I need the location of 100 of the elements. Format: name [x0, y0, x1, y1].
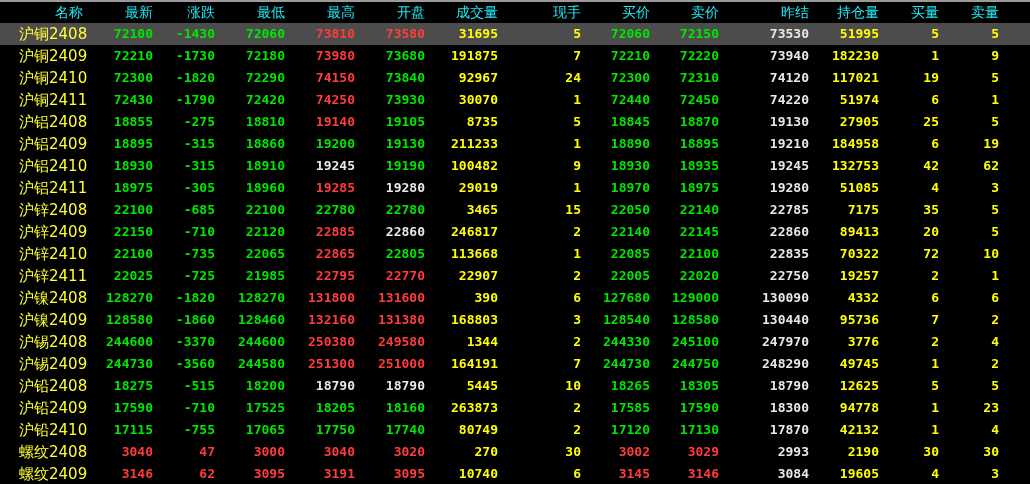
table-cell: 72210 [610, 48, 650, 63]
column-header[interactable]: 涨跌 [187, 4, 215, 20]
selected-row[interactable]: 沪铜2408 72100 -1430 72060 73810 73580 31695 5 72060 72150 73530 51995 5 5 [0, 23, 1030, 45]
table-cell: 17740 [385, 422, 425, 437]
table-cell: 130090 [762, 290, 809, 305]
table-cell: 72 [923, 246, 939, 261]
table-cell: 18930 [610, 158, 650, 173]
table-cell: 18205 [315, 400, 355, 415]
column-header[interactable]: 买价 [622, 4, 650, 20]
table-cell: 1 [931, 400, 939, 415]
column-header[interactable]: 最高 [327, 4, 355, 20]
table-cell: 3146 [121, 466, 153, 481]
table-cell: 72300 [610, 70, 650, 85]
table-cell: 128580 [106, 312, 153, 327]
table-cell: 51974 [839, 92, 879, 107]
column-header[interactable]: 昨结 [781, 4, 809, 20]
table-cell: 72150 [679, 26, 719, 41]
table-cell: 22100 [245, 202, 285, 217]
table-cell: 19245 [769, 158, 809, 173]
contract-name: 沪锌2411 [19, 267, 88, 285]
column-header[interactable]: 卖价 [691, 4, 719, 20]
table-cell: 17130 [679, 422, 719, 437]
table-cell: 18200 [245, 378, 285, 393]
table-cell: 22907 [458, 268, 498, 283]
contract-name: 沪铝2408 [19, 113, 88, 131]
table-cell: 22025 [113, 268, 153, 283]
column-header[interactable]: 现手 [553, 4, 581, 20]
table-cell: 72100 [113, 26, 153, 41]
table-cell: 22865 [315, 246, 355, 261]
table-cell: 2 [573, 224, 581, 239]
table-cell: 3776 [847, 334, 879, 349]
table-cell: 18860 [245, 136, 285, 151]
table-cell: 18930 [113, 158, 153, 173]
table-cell: 19257 [839, 268, 879, 283]
table-cell: 132753 [832, 158, 879, 173]
column-header[interactable]: 买量 [911, 4, 939, 20]
table-cell: 3146 [687, 466, 719, 481]
table-cell: 270 [474, 444, 498, 459]
table-cell: 18890 [610, 136, 650, 151]
column-header[interactable]: 最新 [125, 4, 153, 20]
column-header[interactable]: 卖量 [971, 4, 999, 20]
column-header[interactable]: 开盘 [397, 4, 425, 20]
table-cell: 2 [573, 422, 581, 437]
table-cell: 251000 [378, 356, 425, 371]
table-cell: 1 [931, 48, 939, 63]
table-cell: 1 [573, 180, 581, 195]
table-cell: 73930 [385, 92, 425, 107]
table-cell: -275 [183, 114, 215, 129]
contract-name: 螺纹2408 [19, 443, 88, 461]
table-cell: 30070 [458, 92, 498, 107]
column-header[interactable]: 最低 [257, 4, 285, 20]
table-cell: 74120 [769, 70, 809, 85]
table-cell: 2 [931, 334, 939, 349]
table-cell: -1730 [175, 48, 215, 63]
contract-name: 沪铝2409 [19, 135, 88, 153]
table-cell: 10740 [458, 466, 498, 481]
table-cell: 22785 [769, 202, 809, 217]
contract-name: 沪锡2409 [19, 355, 88, 373]
table-cell: -1820 [175, 70, 215, 85]
table-cell: 80749 [458, 422, 498, 437]
table-cell: 5 [931, 26, 939, 41]
table-cell: 390 [474, 290, 498, 305]
table-cell: 5 [991, 26, 999, 41]
table-cell: 131800 [308, 290, 355, 305]
table-cell: 22020 [679, 268, 719, 283]
table-cell: 3020 [393, 444, 425, 459]
table-cell: 244600 [238, 334, 285, 349]
table-cell: 62 [199, 466, 215, 481]
table-cell: 18935 [679, 158, 719, 173]
table-cell: 73580 [385, 26, 425, 41]
table-cell: 9 [573, 158, 581, 173]
table-cell: 22805 [385, 246, 425, 261]
column-header[interactable]: 持仓量 [837, 4, 879, 20]
table-cell: 72440 [610, 92, 650, 107]
table-cell: 22795 [315, 268, 355, 283]
table-cell: 3084 [777, 466, 809, 481]
table-cell: 18975 [113, 180, 153, 195]
table-cell: 7175 [847, 202, 879, 217]
column-header[interactable]: 名称 [55, 4, 83, 20]
table-cell: 211233 [451, 136, 498, 151]
table-cell: -710 [183, 400, 215, 415]
table-cell: 249580 [378, 334, 425, 349]
table-cell: 131380 [378, 312, 425, 327]
contract-name: 沪镍2408 [19, 289, 88, 307]
table-cell: 2 [573, 268, 581, 283]
contract-name: 沪锌2408 [19, 201, 88, 219]
table-cell: 164191 [451, 356, 498, 371]
table-cell: 5 [991, 224, 999, 239]
table-cell: 244750 [672, 356, 719, 371]
column-header[interactable]: 成交量 [456, 4, 498, 20]
table-cell: 1344 [466, 334, 498, 349]
table-cell: 244330 [603, 334, 650, 349]
table-cell: 72420 [245, 92, 285, 107]
table-cell: 17065 [245, 422, 285, 437]
table-cell: 49745 [839, 356, 879, 371]
table-cell: 24 [565, 70, 581, 85]
table-cell: 3002 [618, 444, 650, 459]
table-cell: 2 [991, 312, 999, 327]
table-cell: 29019 [458, 180, 498, 195]
contract-name: 沪铅2410 [19, 421, 88, 439]
